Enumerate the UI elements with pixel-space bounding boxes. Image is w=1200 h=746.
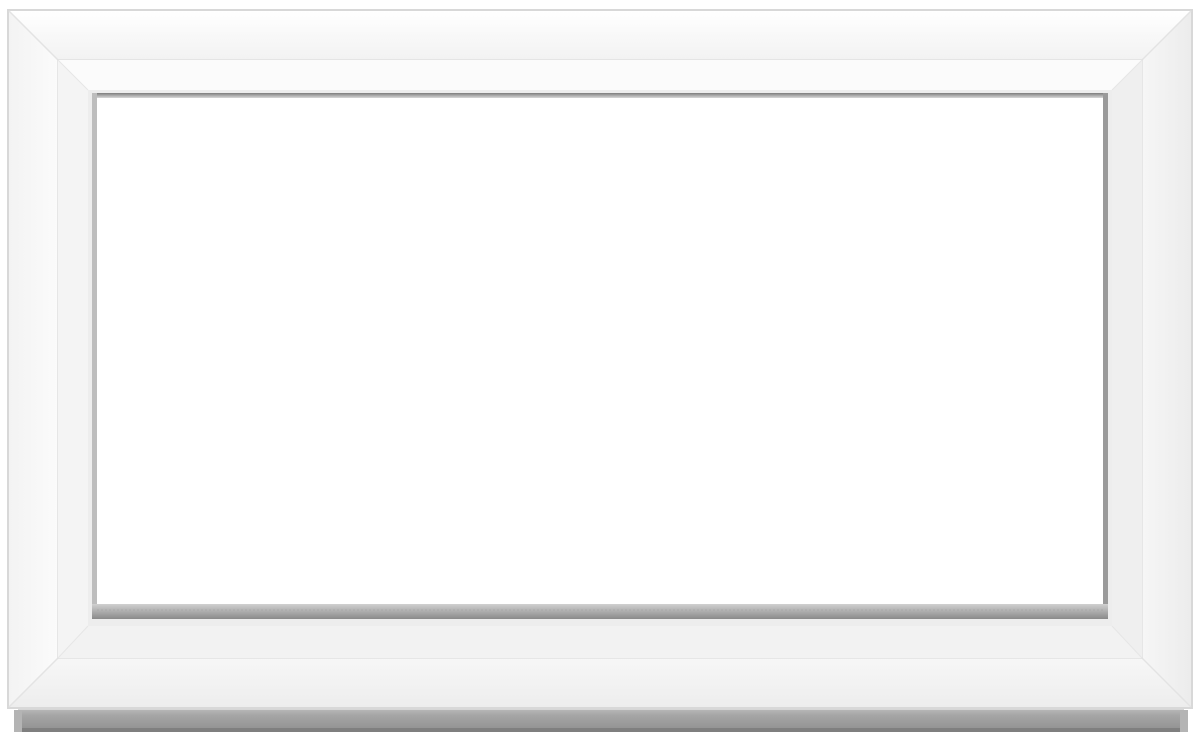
- frame-top-face: [9, 11, 1191, 60]
- gasket-top: [92, 93, 1108, 98]
- sash-top-face: [58, 60, 1142, 90]
- sill-left-cap: [14, 710, 22, 732]
- gasket-right: [1103, 93, 1108, 619]
- window-sill: [14, 706, 1188, 732]
- sash-bottom-face: [58, 626, 1142, 658]
- sash-left-face: [58, 60, 88, 658]
- glass-pane: [97, 98, 1103, 604]
- sill-right-cap: [1180, 710, 1188, 732]
- frame-right-face: [1142, 11, 1191, 707]
- product-photo: [0, 0, 1200, 746]
- frame-left-face: [9, 11, 58, 707]
- gasket-bottom: [92, 604, 1108, 619]
- sash-right-face: [1112, 60, 1142, 658]
- frame-bottom-face: [9, 658, 1191, 707]
- sill-shadow: [18, 728, 1184, 732]
- gasket-left: [92, 93, 97, 619]
- window-illustration: [7, 9, 1193, 732]
